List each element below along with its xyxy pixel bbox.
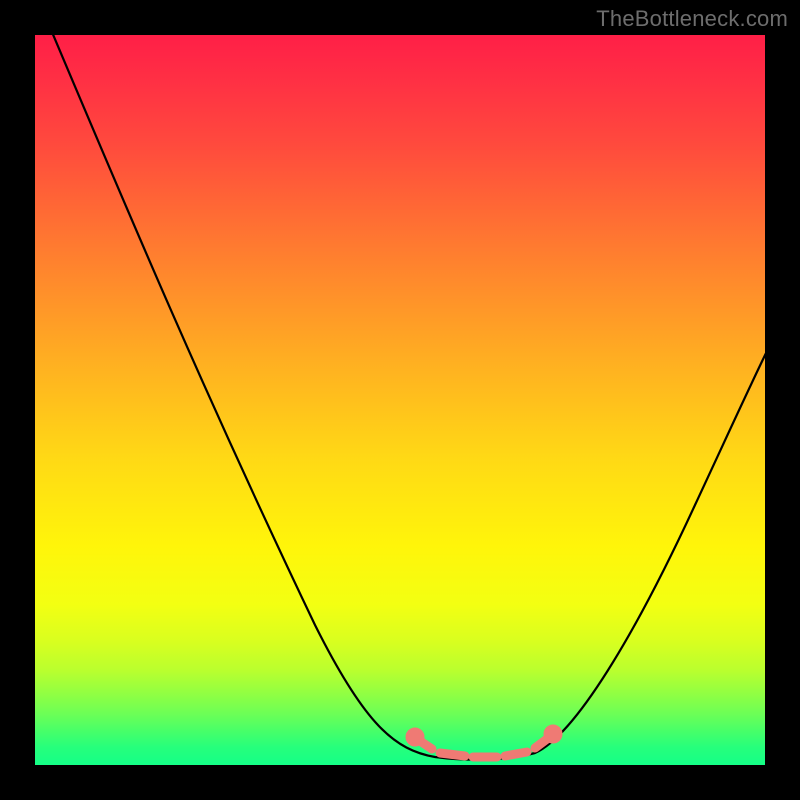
curve-layer [35, 35, 765, 765]
chart-frame: TheBottleneck.com [0, 0, 800, 800]
bottleneck-curve [49, 35, 765, 760]
plot-area [35, 35, 765, 765]
watermark-text: TheBottleneck.com [596, 6, 788, 32]
